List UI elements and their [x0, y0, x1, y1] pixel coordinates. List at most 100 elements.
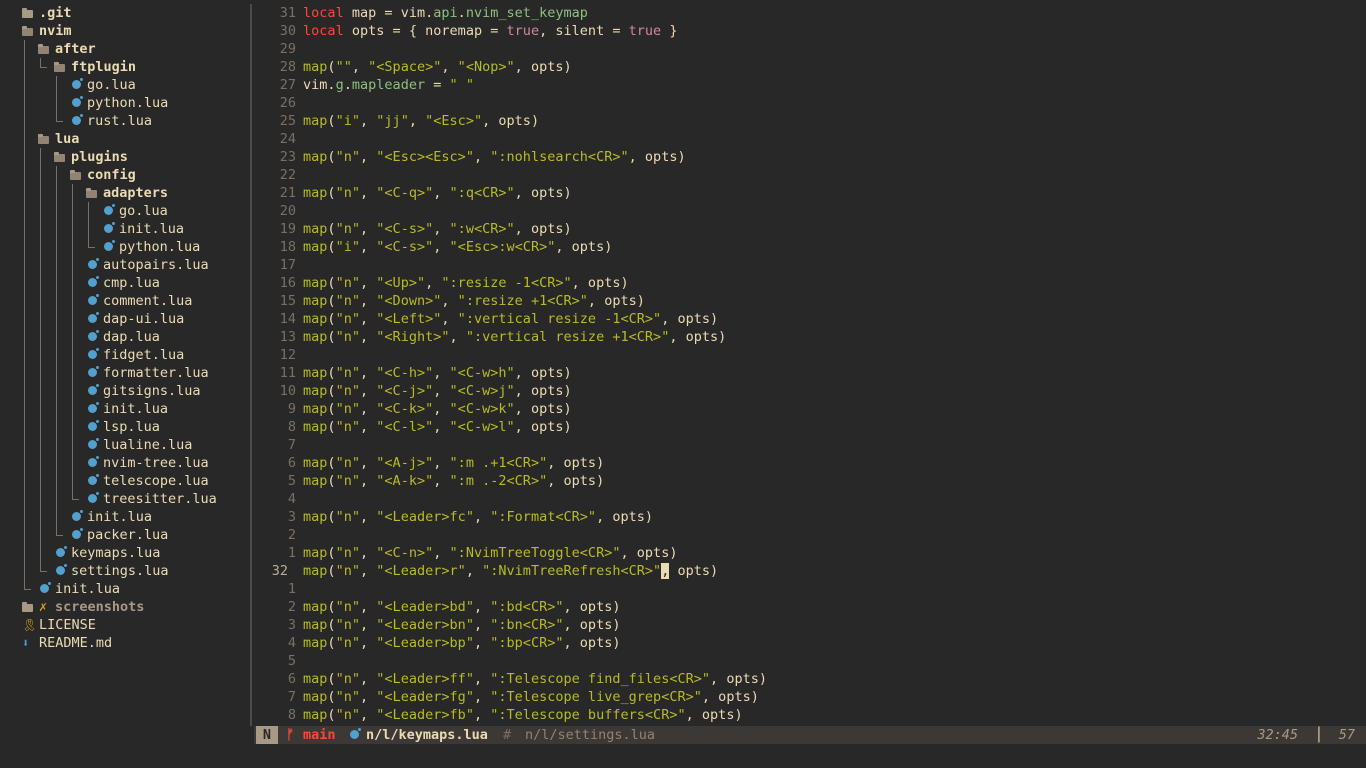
buffer-tab-alternate[interactable]: n/l/settings.lua [525, 726, 655, 744]
window-separator[interactable] [250, 4, 252, 726]
tree-item[interactable]: ⬇ README.md [0, 634, 250, 652]
code-line[interactable]: 20 [256, 202, 1366, 220]
tree-item[interactable]: settings.lua [0, 562, 250, 580]
indent-guide [40, 400, 47, 418]
tree-item[interactable]: cmp.lua [0, 274, 250, 292]
code-line[interactable]: 2 map("n", "<Leader>bd", ":bd<CR>", opts) [256, 598, 1366, 616]
code-line[interactable]: 11 map("n", "<C-h>", "<C-w>h", opts) [256, 364, 1366, 382]
code-line[interactable]: 3 map("n", "<Leader>bn", ":bn<CR>", opts) [256, 616, 1366, 634]
tree-item[interactable]: init.lua [0, 220, 250, 238]
code-line[interactable]: 16 map("n", "<Up>", ":resize -1<CR>", opt… [256, 274, 1366, 292]
code-line[interactable]: 28 map("", "<Space>", "<Nop>", opts) [256, 58, 1366, 76]
code-line[interactable]: 25 map("i", "jj", "<Esc>", opts) [256, 112, 1366, 130]
code-line[interactable]: 4 [256, 490, 1366, 508]
code-line[interactable]: 7 [256, 436, 1366, 454]
tree-item[interactable]: ✗ screenshots [0, 598, 250, 616]
code-line[interactable]: 8 map("n", "<C-l>", "<C-w>l", opts) [256, 418, 1366, 436]
code-line[interactable]: 4 map("n", "<Leader>bp", ":bp<CR>", opts) [256, 634, 1366, 652]
tree-item-label: nvim [39, 23, 72, 39]
tree-item[interactable]: init.lua [0, 508, 250, 526]
code-line[interactable]: 30 local opts = { noremap = true, silent … [256, 22, 1366, 40]
code-line[interactable]: 6 map("n", "<A-j>", ":m .+1<CR>", opts) [256, 454, 1366, 472]
code-text: vim.g.mapleader = " " [303, 77, 474, 93]
line-number: 4 [287, 635, 296, 651]
code-line[interactable]: 18 map("i", "<C-s>", "<Esc>:w<CR>", opts) [256, 238, 1366, 256]
lua-icon [72, 508, 83, 526]
buffer-tab-active[interactable]: n/l/keymaps.lua [366, 726, 488, 744]
indent-guide [24, 238, 31, 256]
indent-guide [40, 310, 47, 328]
code-line[interactable]: 14 map("n", "<Left>", ":vertical resize -… [256, 310, 1366, 328]
tree-item-label: formatter.lua [103, 365, 209, 381]
tree-item[interactable]: plugins [0, 148, 250, 166]
tree-item[interactable]: telescope.lua [0, 472, 250, 490]
code-line[interactable]: 31 local map = vim.api.nvim_set_keymap [256, 4, 1366, 22]
tree-item[interactable]: init.lua [0, 400, 250, 418]
tree-item[interactable]: config [0, 166, 250, 184]
code-line[interactable]: 12 [256, 346, 1366, 364]
code-line[interactable]: 15 map("n", "<Down>", ":resize +1<CR>", o… [256, 292, 1366, 310]
code-line[interactable]: 6 map("n", "<Leader>ff", ":Telescope find… [256, 670, 1366, 688]
indent-guide [24, 436, 31, 454]
code-line[interactable]: 1 map("n", "<C-n>", ":NvimTreeToggle<CR>"… [256, 544, 1366, 562]
code-line[interactable]: 21 map("n", "<C-q>", ":q<CR>", opts) [256, 184, 1366, 202]
code-line[interactable]: 29 [256, 40, 1366, 58]
tree-item[interactable]: lua [0, 130, 250, 148]
indent-guide [40, 58, 47, 76]
code-line[interactable]: 22 [256, 166, 1366, 184]
lua-icon [88, 310, 99, 328]
indent-guide [24, 166, 31, 184]
code-line[interactable]: 23 map("n", "<Esc><Esc>", ":nohlsearch<CR… [256, 148, 1366, 166]
code-line[interactable]: 13 map("n", "<Right>", ":vertical resize … [256, 328, 1366, 346]
tree-item-label: dap-ui.lua [103, 311, 185, 327]
code-line[interactable]: 5 map("n", "<A-k>", ":m .-2<CR>", opts) [256, 472, 1366, 490]
tree-item[interactable]: python.lua [0, 238, 250, 256]
code-line-current[interactable]: 32 map("n", "<Leader>r", ":NvimTreeRefres… [256, 562, 1366, 580]
code-line[interactable]: 7 map("n", "<Leader>fg", ":Telescope live… [256, 688, 1366, 706]
code-line[interactable]: 19 map("n", "<C-s>", ":w<CR>", opts) [256, 220, 1366, 238]
tree-item[interactable]: nvim-tree.lua [0, 454, 250, 472]
tree-item[interactable]: .git [0, 4, 250, 22]
tree-item[interactable]: dap.lua [0, 328, 250, 346]
tree-item[interactable]: gitsigns.lua [0, 382, 250, 400]
tree-item[interactable]: nvim [0, 22, 250, 40]
tree-item[interactable]: 🎗 LICENSE [0, 616, 250, 634]
code-line[interactable]: 3 map("n", "<Leader>fc", ":Format<CR>", o… [256, 508, 1366, 526]
tree-item[interactable]: fidget.lua [0, 346, 250, 364]
tree-item[interactable]: dap-ui.lua [0, 310, 250, 328]
tree-item[interactable]: init.lua [0, 580, 250, 598]
tree-item[interactable]: formatter.lua [0, 364, 250, 382]
tree-item[interactable]: after [0, 40, 250, 58]
indent-guide [72, 184, 79, 202]
code-line[interactable]: 1 [256, 580, 1366, 598]
code-line[interactable]: 17 [256, 256, 1366, 274]
code-line[interactable]: 10 map("n", "<C-j>", "<C-w>j", opts) [256, 382, 1366, 400]
code-line[interactable]: 9 map("n", "<C-k>", "<C-w>k", opts) [256, 400, 1366, 418]
code-line[interactable]: 27 vim.g.mapleader = " " [256, 76, 1366, 94]
alternate-buffer-marker: # [503, 727, 512, 743]
tree-item[interactable]: rust.lua [0, 112, 250, 130]
tree-item[interactable]: lualine.lua [0, 436, 250, 454]
tree-item[interactable]: packer.lua [0, 526, 250, 544]
editor-pane[interactable]: 31 local map = vim.api.nvim_set_keymap 30 l… [256, 4, 1366, 724]
code-line[interactable]: 2 [256, 526, 1366, 544]
indent-guide [56, 94, 63, 112]
tree-item[interactable]: treesitter.lua [0, 490, 250, 508]
tree-item[interactable]: go.lua [0, 76, 250, 94]
tree-item[interactable]: comment.lua [0, 292, 250, 310]
code-line[interactable]: 24 [256, 130, 1366, 148]
tree-item[interactable]: adapters [0, 184, 250, 202]
tree-item[interactable]: ftplugin [0, 58, 250, 76]
tree-item[interactable]: lsp.lua [0, 418, 250, 436]
tree-item[interactable]: python.lua [0, 94, 250, 112]
tree-item[interactable]: go.lua [0, 202, 250, 220]
code-text: map("n", "<Leader>ff", ":Telescope find_… [303, 671, 768, 687]
line-number: 7 [287, 689, 296, 705]
indent-guide [24, 310, 31, 328]
code-line[interactable]: 26 [256, 94, 1366, 112]
code-line[interactable]: 8 map("n", "<Leader>fb", ":Telescope buff… [256, 706, 1366, 724]
code-line[interactable]: 5 [256, 652, 1366, 670]
file-tree[interactable]: .git nvim after ftplugin go.lua python.lua rus… [0, 4, 250, 724]
tree-item[interactable]: keymaps.lua [0, 544, 250, 562]
tree-item[interactable]: autopairs.lua [0, 256, 250, 274]
